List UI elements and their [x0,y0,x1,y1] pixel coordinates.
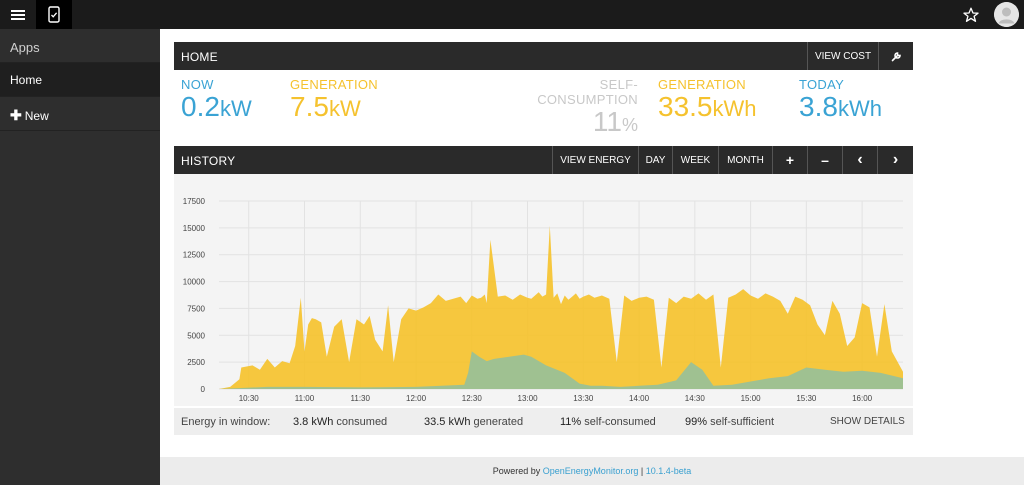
zoom-in-button[interactable]: + [772,146,807,174]
stat-now-value: 0.2 [181,91,220,122]
footer-separator: | [640,466,644,476]
month-button[interactable]: MONTH [718,146,772,174]
y-tick-label: 5000 [187,331,205,340]
summary-generated-value: 33.5 kWh [424,416,471,428]
openenergymonitor-link[interactable]: OpenEnergyMonitor.org [543,466,639,476]
y-tick-label: 15000 [183,224,206,233]
summary-self-consumed-label: self-consumed [584,416,656,428]
sidebar: Apps Home ✚ New [0,29,160,485]
menu-icon[interactable] [4,3,32,26]
stat-generation-now-value: 7.5 [290,91,329,122]
stat-now-label: NOW [181,77,214,92]
home-panel-header: HOME VIEW COST [174,42,913,70]
stat-now-unit: kW [219,96,252,121]
top-bar [0,0,1024,29]
y-tick-label: 7500 [187,304,205,313]
x-tick-label: 15:30 [796,394,817,403]
x-tick-label: 13:30 [573,394,594,403]
summary-generated-label: generated [473,416,524,428]
x-tick-label: 12:30 [462,394,483,403]
history-chart[interactable]: 0 2500 5000 7500 10000 12500 15000 17500 10:30 11… [174,174,913,406]
summary-consumed-value: 3.8 kWh [293,416,334,428]
app-phone-icon[interactable] [36,0,72,29]
stat-now: NOW 0.2kW [181,77,252,123]
history-panel-title: HISTORY [181,154,236,168]
stat-generation-total-value: 33.5 [658,91,713,122]
avatar[interactable] [994,2,1019,27]
home-panel-title: HOME [181,50,218,64]
x-tick-label: 12:00 [406,394,427,403]
stat-generation-now-unit: kW [328,96,361,121]
stat-generation-total: GENERATION 33.5kWh [658,77,757,123]
version-link[interactable]: 10.1.4-beta [646,466,692,476]
sidebar-item-home[interactable]: Home [0,63,160,97]
main-content: HOME VIEW COST NOW 0.2kW GENERATION 7.5k… [160,29,1024,485]
sidebar-title: Apps [0,29,160,63]
star-icon[interactable] [958,3,984,26]
y-tick-label: 17500 [183,197,206,206]
y-tick-label: 2500 [187,358,205,367]
settings-wrench-button[interactable] [878,42,913,70]
summary-self-sufficient-label: self-sufficient [710,416,775,428]
sidebar-item-label: Home [10,73,43,87]
show-details-button[interactable]: SHOW DETAILS [830,416,905,427]
y-tick-label: 0 [201,385,206,394]
generation-area [219,225,903,389]
y-tick-label: 12500 [183,251,206,260]
stat-generation-now-label: GENERATION [290,77,378,92]
x-tick-label: 11:00 [295,394,315,403]
stat-generation-now: GENERATION 7.5kW [290,77,378,123]
x-tick-label: 15:00 [741,394,762,403]
summary-self-consumed-value: 11% [560,416,582,428]
stat-today: TODAY 3.8kWh [799,77,882,123]
stat-today-label: TODAY [799,77,845,92]
pan-left-button[interactable]: ‹ [842,146,877,174]
x-tick-label: 11:30 [351,394,371,403]
x-tick-label: 14:30 [685,394,706,403]
stat-self-consumption-label: SELF-CONSUMPTION [537,77,638,107]
view-cost-button[interactable]: VIEW COST [807,42,878,70]
plus-icon: ✚ [10,107,22,123]
history-panel-header: HISTORY VIEW ENERGY DAY WEEK MONTH + – ‹… [174,146,913,174]
stat-self-consumption-value: 11 [592,106,622,137]
x-tick-label: 16:00 [852,394,873,403]
day-button[interactable]: DAY [638,146,672,174]
summary-consumed-label: consumed [336,416,388,428]
view-energy-button[interactable]: VIEW ENERGY [552,146,638,174]
stat-generation-total-label: GENERATION [658,77,746,92]
y-tick-label: 10000 [183,278,206,287]
week-button[interactable]: WEEK [672,146,718,174]
powered-by-footer: Powered by OpenEnergyMonitor.org | 10.1.… [160,457,1024,485]
x-tick-label: 13:00 [518,394,539,403]
summary-self-sufficient-value: 99% [685,416,708,428]
stats-row: NOW 0.2kW GENERATION 7.5kW SELF-CONSUMPT… [174,70,913,136]
stat-today-unit: kWh [837,96,882,121]
sidebar-item-new[interactable]: ✚ New [0,97,160,131]
pan-right-button[interactable]: › [877,146,913,174]
stat-generation-total-unit: kWh [712,96,757,121]
sidebar-item-label: New [24,109,49,123]
wrench-icon [891,51,901,61]
stat-self-consumption: SELF-CONSUMPTION 11% [504,77,638,139]
x-tick-label: 10:30 [239,394,260,403]
energy-summary-bar: Energy in window: 3.8 kWh consumed 33.5 … [174,408,913,435]
zoom-out-button[interactable]: – [807,146,842,174]
history-chart-svg[interactable]: 0 2500 5000 7500 10000 12500 15000 17500 10:30 11… [174,174,913,406]
summary-prefix: Energy in window: [181,416,271,428]
stat-self-consumption-unit: % [621,115,638,135]
stat-today-value: 3.8 [799,91,838,122]
x-tick-label: 14:00 [629,394,650,403]
powered-by-text: Powered by [492,466,541,476]
